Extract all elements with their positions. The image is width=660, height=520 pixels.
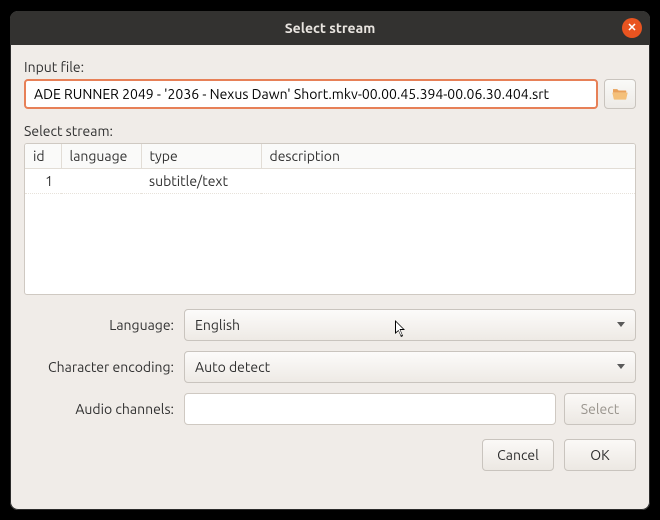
- table-row[interactable]: 1 subtitle/text: [25, 168, 635, 193]
- col-language[interactable]: language: [61, 144, 141, 169]
- language-dropdown[interactable]: English: [184, 309, 636, 341]
- window-title: Select stream: [285, 20, 376, 36]
- col-id[interactable]: id: [25, 144, 61, 169]
- browse-button[interactable]: [604, 79, 636, 109]
- select-audio-button: Select: [564, 393, 636, 425]
- cell-description: [261, 168, 635, 193]
- cell-language: [61, 168, 141, 193]
- settings-form: Language: English Character encoding: Au…: [24, 309, 636, 425]
- folder-open-icon: [611, 87, 629, 101]
- select-stream-label: Select stream:: [24, 123, 636, 139]
- audio-row: Select: [184, 393, 636, 425]
- content-area: Input file: Select stream: id language t: [10, 45, 650, 510]
- audio-channels-field[interactable]: [184, 393, 556, 425]
- input-file-field[interactable]: [34, 86, 588, 102]
- language-value: English: [195, 317, 240, 333]
- input-file-label: Input file:: [24, 59, 636, 75]
- cell-id: 1: [25, 168, 61, 193]
- language-label: Language:: [24, 317, 184, 333]
- col-description[interactable]: description: [261, 144, 635, 169]
- input-file-row: [24, 79, 636, 109]
- encoding-dropdown[interactable]: Auto detect: [184, 351, 636, 383]
- stream-table[interactable]: id language type description 1 subtitle/…: [24, 143, 636, 295]
- close-button[interactable]: ✕: [622, 18, 642, 38]
- cursor-icon: [395, 320, 408, 338]
- stream-table-inner: id language type description 1 subtitle/…: [25, 144, 635, 194]
- chevron-down-icon: [617, 322, 625, 327]
- cell-type: subtitle/text: [141, 168, 261, 193]
- col-type[interactable]: type: [141, 144, 261, 169]
- encoding-value: Auto detect: [195, 359, 270, 375]
- dialog-footer: Cancel OK: [24, 439, 636, 471]
- close-icon: ✕: [627, 21, 636, 34]
- input-file-field-wrap: [24, 79, 598, 109]
- titlebar: Select stream ✕: [10, 11, 650, 45]
- audio-label: Audio channels:: [24, 401, 184, 417]
- encoding-label: Character encoding:: [24, 359, 184, 375]
- chevron-down-icon: [617, 364, 625, 369]
- ok-button[interactable]: OK: [564, 439, 636, 471]
- cancel-button[interactable]: Cancel: [482, 439, 554, 471]
- dialog-window: Select stream ✕ Input file: Select strea…: [10, 11, 650, 510]
- table-header-row: id language type description: [25, 144, 635, 169]
